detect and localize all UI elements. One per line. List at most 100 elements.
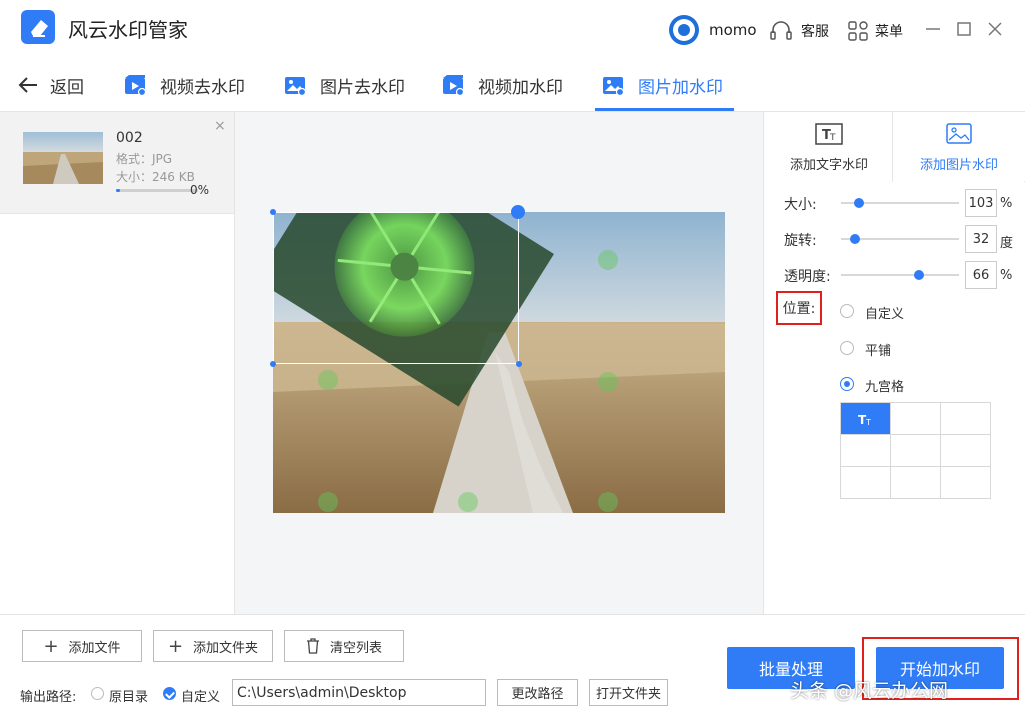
button-label: 添加文件夹 [193,640,259,656]
tab-image-remove-watermark[interactable]: 图片去水印 [284,68,405,102]
output-original-label[interactable]: 原目录 [109,686,148,705]
grid-cell-bottom-left[interactable] [841,467,891,499]
position-option-label[interactable]: 自定义 [865,303,904,322]
app-title: 风云水印管家 [68,18,188,42]
maximize-icon[interactable] [953,18,975,40]
svg-text:T: T [865,418,871,427]
output-original-radio[interactable] [91,687,104,700]
open-folder-button[interactable]: 打开文件夹 [589,679,668,706]
tab-label: 图片去水印 [320,77,405,98]
grid-cell-bottom-center[interactable] [891,467,941,499]
size-input[interactable]: 103 [965,189,997,217]
menu-grid-icon[interactable] [848,21,868,41]
file-name: 002 [116,130,143,146]
tab-video-add-watermark[interactable]: 视频加水印 [442,68,563,102]
tab-label: 视频加水印 [478,77,563,98]
rotate-slider[interactable] [841,234,959,244]
button-label: 清空列表 [329,640,382,656]
grid-cell-middle-right[interactable] [941,435,991,467]
brand-overlay-text: 头条 @风云办公网 [790,680,949,702]
grid-cell-top-right[interactable] [941,403,991,435]
image-icon [285,77,306,96]
output-custom-label[interactable]: 自定义 [181,686,220,705]
rotate-unit: 度 [1000,236,1014,251]
add-folder-button[interactable]: + 添加文件夹 [153,630,273,662]
back-label: 返回 [50,77,84,98]
username[interactable]: momo [709,21,757,39]
file-list-panel: 002 格式：JPG 大小：246 KB × 0% [0,112,235,614]
minimize-icon[interactable] [922,18,944,40]
list-item[interactable]: 002 格式：JPG 大小：246 KB × 0% [0,112,234,214]
resize-handle[interactable] [516,361,522,367]
size-unit: % [1000,196,1013,211]
grid-cell-bottom-right[interactable] [941,467,991,499]
rotate-slider-thumb[interactable] [850,234,861,244]
resize-handle[interactable] [270,361,276,367]
trash-icon [306,638,319,654]
grid-cell-top-center[interactable] [891,403,941,435]
rotate-label: 旋转: [784,233,817,249]
opacity-slider-thumb[interactable] [913,270,924,280]
progress-text: 0% [190,183,210,197]
output-path-label: 输出路径: [20,690,77,705]
position-option-label[interactable]: 九宫格 [865,376,904,395]
plus-icon: + [167,635,184,657]
size-slider[interactable] [841,198,959,208]
arrow-left-icon [18,77,37,93]
add-file-button[interactable]: + 添加文件 [22,630,142,662]
size-label: 大小: [784,197,817,213]
position-custom-radio[interactable] [840,304,854,318]
tab-image-add-watermark[interactable]: 图片加水印 [602,68,723,102]
progress-bar [116,189,198,192]
tab-video-remove-watermark[interactable]: 视频去水印 [124,68,245,102]
position-grid-radio[interactable] [840,377,854,391]
image-watermark-icon [946,122,972,144]
active-tab-indicator [595,108,734,111]
text-watermark-icon: T T [858,413,871,427]
grid-cell-center[interactable] [891,435,941,467]
watermark-selection-box[interactable] [273,212,519,364]
position-label: 位置: [776,291,822,325]
customer-service-label[interactable]: 客服 [801,21,829,41]
headset-icon[interactable] [769,20,793,42]
tab-label: 图片加水印 [638,77,723,98]
file-size: 大小：246 KB [116,170,195,184]
tab-text-watermark[interactable]: T T 添加文字水印 [764,112,894,182]
text-watermark-icon: T T [815,122,843,145]
back-button[interactable]: 返回 [18,70,84,100]
opacity-input[interactable]: 66 [965,261,997,289]
remove-file-icon[interactable]: × [214,118,226,134]
button-label: 添加文件 [68,640,121,656]
avatar[interactable] [668,14,700,46]
tab-label: 视频去水印 [160,77,245,98]
menu-label[interactable]: 菜单 [875,21,903,41]
plus-icon: + [43,635,59,657]
tab-label: 添加文字水印 [789,157,868,173]
watermark-type-tabs: T T 添加文字水印 添加图片水印 [764,112,1025,182]
tab-image-watermark[interactable]: 添加图片水印 [894,112,1024,182]
position-tile-radio[interactable] [840,341,854,355]
svg-text:T: T [829,133,836,143]
video-icon [443,75,464,96]
resize-handle[interactable] [270,209,276,215]
grid-cell-middle-left[interactable] [841,435,891,467]
output-path-input[interactable]: C:\Users\admin\Desktop [232,679,486,706]
opacity-label: 透明度: [784,269,831,285]
title-bar: 风云水印管家 momo 客服 菜单 [0,0,1025,58]
divider [892,112,893,182]
close-icon[interactable] [984,18,1006,40]
size-slider-thumb[interactable] [853,198,864,208]
rotate-handle[interactable] [511,205,525,219]
change-path-button[interactable]: 更改路径 [497,679,578,706]
rotate-input[interactable]: 32 [965,225,997,253]
file-format: 格式：JPG [116,152,173,166]
tab-label: 添加图片水印 [919,157,998,173]
grid-cell-top-left[interactable]: T T [841,403,891,435]
preview-area [235,112,763,614]
position-option-label[interactable]: 平铺 [865,340,891,359]
nine-grid-selector: T T [840,402,991,499]
clear-list-button[interactable]: 清空列表 [284,630,404,662]
nav-bar: 返回 视频去水印 图片去水印 视频加水印 图片加水印 [0,58,1025,112]
opacity-slider[interactable] [841,270,959,280]
output-custom-radio[interactable] [163,687,176,700]
